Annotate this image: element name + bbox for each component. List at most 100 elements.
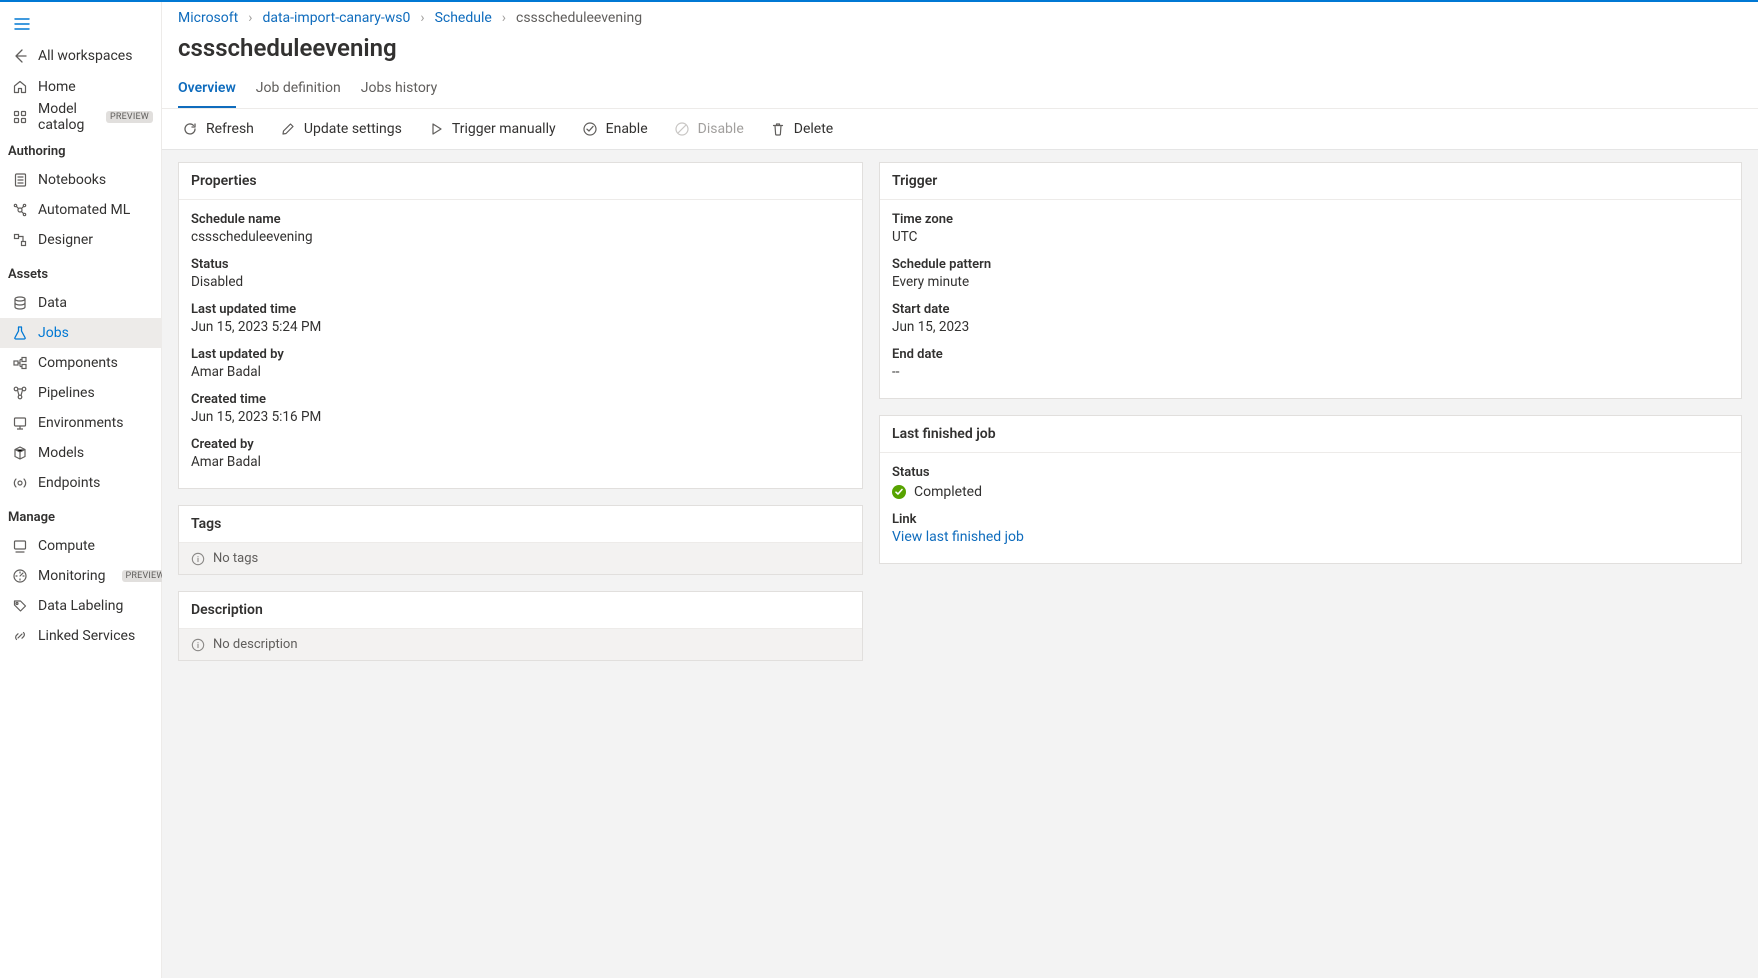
property-value: Amar Badal	[191, 362, 850, 380]
sidebar-section-manage: Manage	[0, 498, 161, 531]
property-key: Last updated time	[191, 302, 850, 317]
breadcrumb-item-schedule[interactable]: Schedule	[435, 10, 492, 26]
sidebar-section-assets: Assets	[0, 255, 161, 288]
sidebar-item-automated-ml[interactable]: Automated ML	[0, 195, 161, 225]
sidebar-item-label: Pipelines	[38, 385, 95, 401]
sidebar-item-data-labeling[interactable]: Data Labeling	[0, 591, 161, 621]
sidebar-item-label: Data Labeling	[38, 598, 123, 614]
chevron-right-icon: ›	[502, 10, 506, 26]
left-column: Properties Schedule namecssscheduleeveni…	[178, 162, 863, 661]
sidebar-item-endpoints[interactable]: Endpoints	[0, 468, 161, 498]
breadcrumb-item-data-import-canary-ws0[interactable]: data-import-canary-ws0	[262, 10, 410, 26]
sidebar-item-home[interactable]: Home	[0, 72, 161, 102]
sidebar-section-authoring: Authoring	[0, 132, 161, 165]
last-job-status: Status Completed	[892, 461, 1729, 508]
trash-icon	[770, 121, 786, 137]
designer-icon	[12, 232, 28, 248]
labeling-icon	[12, 598, 28, 614]
preview-badge: PREVIEW	[106, 111, 153, 123]
tab-overview[interactable]: Overview	[178, 70, 236, 108]
property-value: Jun 15, 2023 5:24 PM	[191, 317, 850, 335]
last-job-link-label: Link	[892, 512, 1729, 527]
sidebar-item-data[interactable]: Data	[0, 288, 161, 318]
info-icon	[191, 638, 205, 652]
breadcrumb: Microsoft › data-import-canary-ws0 › Schedul…	[162, 2, 1758, 28]
sidebar-item-environments[interactable]: Environments	[0, 408, 161, 438]
sidebar-item-label: Linked Services	[38, 628, 135, 644]
sidebar-item-label: Endpoints	[38, 475, 100, 491]
update-settings-button[interactable]: Update settings	[276, 117, 406, 141]
sidebar-item-model-catalog[interactable]: Model catalog PREVIEW	[0, 102, 161, 132]
property-key: Last updated by	[191, 347, 850, 362]
chevron-right-icon: ›	[248, 10, 252, 26]
sidebar-item-models[interactable]: Models	[0, 438, 161, 468]
trigger-end-date: End date--	[892, 343, 1729, 388]
property-value: Jun 15, 2023 5:16 PM	[191, 407, 850, 425]
toolbar-btn-label: Update settings	[304, 121, 402, 137]
refresh-button[interactable]: Refresh	[178, 117, 258, 141]
property-key: Status	[191, 257, 850, 272]
toolbar-btn-label: Refresh	[206, 121, 254, 137]
environments-icon	[12, 415, 28, 431]
sidebar: All workspaces HomeModel catalogPREVIEW …	[0, 2, 162, 978]
sidebar-item-label: Components	[38, 355, 118, 371]
tab-job-definition[interactable]: Job definition	[256, 70, 341, 108]
slash-circle-icon	[674, 121, 690, 137]
tab-jobs-history[interactable]: Jobs history	[361, 70, 438, 108]
property-key: Created by	[191, 437, 850, 452]
property-value: Disabled	[191, 272, 850, 290]
property-created-time: Created timeJun 15, 2023 5:16 PM	[191, 388, 850, 433]
view-last-finished-job-link[interactable]: View last finished job	[892, 527, 1024, 545]
property-created-by: Created byAmar Badal	[191, 433, 850, 478]
monitoring-icon	[12, 568, 28, 584]
property-last-updated-time: Last updated timeJun 15, 2023 5:24 PM	[191, 298, 850, 343]
trigger-key: End date	[892, 347, 1729, 362]
sidebar-item-pipelines[interactable]: Pipelines	[0, 378, 161, 408]
sidebar-item-label: Model catalog	[38, 101, 90, 133]
sidebar-item-components[interactable]: Components	[0, 348, 161, 378]
catalog-icon	[12, 109, 28, 125]
check-circle-icon	[582, 121, 598, 137]
linked-icon	[12, 628, 28, 644]
delete-button[interactable]: Delete	[766, 117, 837, 141]
trigger-time-zone: Time zoneUTC	[892, 208, 1729, 253]
tags-card: Tags No tags	[178, 505, 863, 575]
breadcrumb-item-cssscheduleevening: cssscheduleevening	[516, 10, 642, 26]
trigger-manually-button[interactable]: Trigger manually	[424, 117, 560, 141]
automl-icon	[12, 202, 28, 218]
property-value: cssscheduleevening	[191, 227, 850, 245]
sidebar-item-monitoring[interactable]: MonitoringPREVIEW	[0, 561, 161, 591]
tags-empty: No tags	[179, 543, 862, 574]
last-job-status-label: Status	[892, 465, 1729, 480]
refresh-icon	[182, 121, 198, 137]
sidebar-item-compute[interactable]: Compute	[0, 531, 161, 561]
description-title: Description	[179, 592, 862, 629]
toolbar-btn-label: Delete	[794, 121, 833, 137]
tab-bar: Overview Job definition Jobs history	[162, 70, 1758, 109]
enable-button[interactable]: Enable	[578, 117, 652, 141]
info-icon	[191, 552, 205, 566]
sidebar-item-designer[interactable]: Designer	[0, 225, 161, 255]
breadcrumb-item-microsoft[interactable]: Microsoft	[178, 10, 238, 26]
description-empty-text: No description	[213, 637, 298, 652]
sidebar-item-label: Automated ML	[38, 202, 130, 218]
trigger-title: Trigger	[880, 163, 1741, 200]
tags-empty-text: No tags	[213, 551, 258, 566]
sidebar-item-label: Monitoring	[38, 568, 106, 584]
sidebar-item-jobs[interactable]: Jobs	[0, 318, 161, 348]
all-workspaces-label: All workspaces	[38, 48, 132, 64]
hamburger-button[interactable]	[6, 8, 38, 40]
last-job-link-row: Link View last finished job	[892, 508, 1729, 553]
disable-button: Disable	[670, 117, 748, 141]
all-workspaces-button[interactable]: All workspaces	[0, 40, 161, 72]
trigger-key: Start date	[892, 302, 1729, 317]
toolbar-btn-label: Trigger manually	[452, 121, 556, 137]
last-job-status-value: Completed	[914, 484, 982, 500]
properties-title: Properties	[179, 163, 862, 200]
description-card: Description No description	[178, 591, 863, 661]
components-icon	[12, 355, 28, 371]
property-key: Created time	[191, 392, 850, 407]
sidebar-item-notebooks[interactable]: Notebooks	[0, 165, 161, 195]
models-icon	[12, 445, 28, 461]
sidebar-item-linked-services[interactable]: Linked Services	[0, 621, 161, 651]
